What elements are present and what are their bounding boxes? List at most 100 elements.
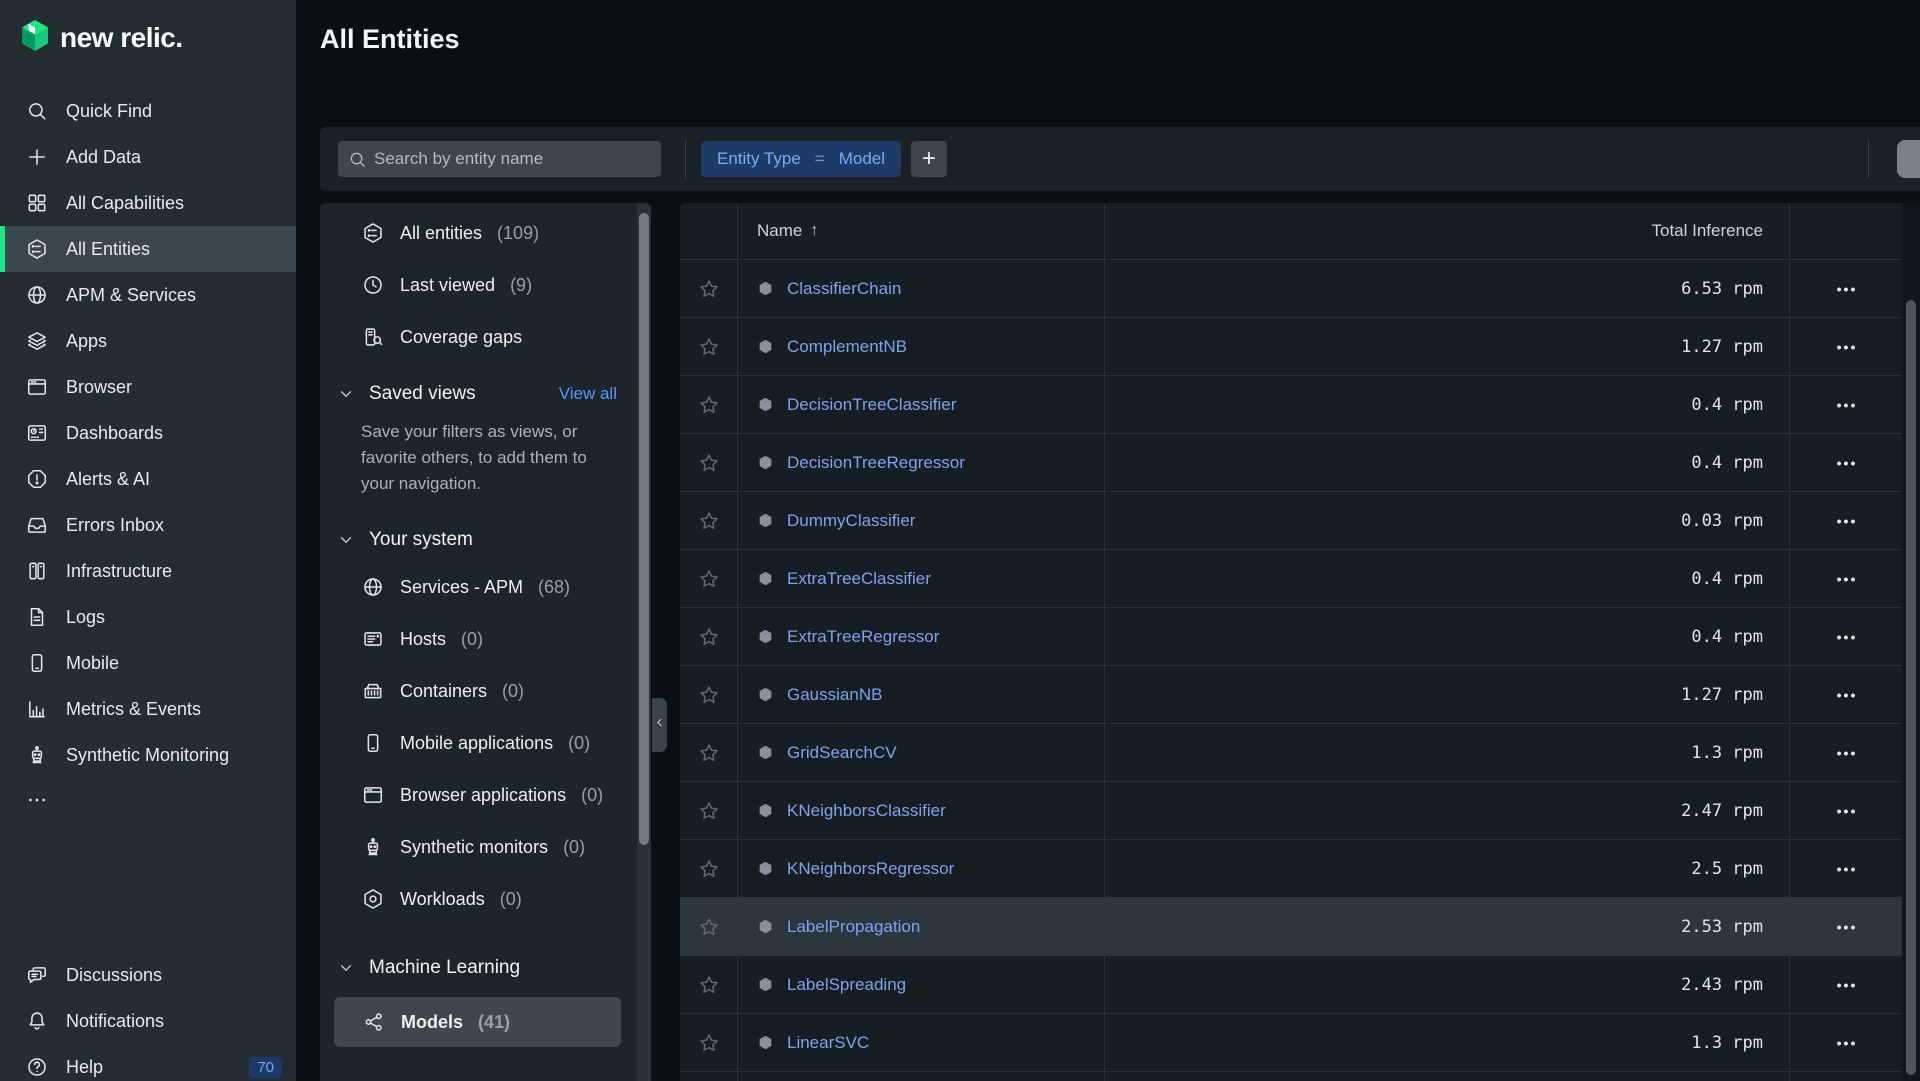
entity-link[interactable]: LabelPropagation bbox=[787, 917, 920, 937]
sidebar-more-button[interactable] bbox=[0, 778, 296, 822]
favorite-star-icon[interactable] bbox=[680, 492, 738, 549]
entity-link[interactable]: LabelSpreading bbox=[787, 975, 906, 995]
favorite-star-icon[interactable] bbox=[680, 782, 738, 839]
new-relic-app: new relic. Quick FindAdd DataAll Capabil… bbox=[0, 0, 1920, 1081]
entity-link[interactable]: GridSearchCV bbox=[787, 743, 897, 763]
sidebar-item-dashboards[interactable]: Dashboards bbox=[0, 410, 296, 456]
filter-item-all-entities[interactable]: All entities(109) bbox=[320, 207, 637, 259]
sidebar-item-help[interactable]: Help70 bbox=[0, 1044, 296, 1081]
favorite-star-icon[interactable] bbox=[680, 1014, 738, 1071]
saved-views-section-header[interactable]: Saved views View all bbox=[320, 373, 637, 415]
robot-icon bbox=[25, 743, 49, 767]
row-actions-button[interactable]: ••• bbox=[1790, 1014, 1920, 1071]
filter-item-count: (9) bbox=[510, 275, 532, 296]
row-actions-button[interactable]: ••• bbox=[1790, 666, 1920, 723]
filter-item-coverage-gaps[interactable]: Coverage gaps bbox=[320, 311, 637, 363]
sidebar-item-mobile[interactable]: Mobile bbox=[0, 640, 296, 686]
favorite-star-icon[interactable] bbox=[680, 724, 738, 781]
favorite-star-icon[interactable] bbox=[680, 318, 738, 375]
row-actions-button[interactable]: ••• bbox=[1790, 956, 1920, 1013]
sidebar-item-metrics-events[interactable]: Metrics & Events bbox=[0, 686, 296, 732]
sidebar-item-logs[interactable]: Logs bbox=[0, 594, 296, 640]
sidebar-item-browser[interactable]: Browser bbox=[0, 364, 296, 410]
row-actions-button[interactable]: ••• bbox=[1790, 260, 1920, 317]
filter-panel-scrollbar-thumb[interactable] bbox=[639, 213, 649, 845]
sidebar-item-apm-services[interactable]: APM & Services bbox=[0, 272, 296, 318]
sidebar-item-quick-find[interactable]: Quick Find bbox=[0, 88, 296, 134]
entity-link[interactable]: KNeighborsClassifier bbox=[787, 801, 946, 821]
toolbar-right-button[interactable] bbox=[1897, 140, 1920, 178]
row-actions-button[interactable]: ••• bbox=[1790, 376, 1920, 433]
entity-link[interactable]: LinearSVC bbox=[787, 1033, 869, 1053]
sidebar-item-add-data[interactable]: Add Data bbox=[0, 134, 296, 180]
row-actions-button[interactable]: ••• bbox=[1790, 318, 1920, 375]
favorite-star-icon[interactable] bbox=[680, 956, 738, 1013]
entity-link[interactable]: GaussianNB bbox=[787, 685, 882, 705]
sidebar-item-alerts-ai[interactable]: Alerts & AI bbox=[0, 456, 296, 502]
row-actions-button[interactable]: ••• bbox=[1790, 782, 1920, 839]
sidebar-item-apps[interactable]: Apps bbox=[0, 318, 296, 364]
entity-name-cell: DecisionTreeRegressor bbox=[738, 434, 1105, 491]
sidebar-item-discussions[interactable]: Discussions bbox=[0, 952, 296, 998]
row-actions-button[interactable]: ••• bbox=[1790, 550, 1920, 607]
sidebar-item-notifications[interactable]: Notifications bbox=[0, 998, 296, 1044]
total-inference-column-header[interactable]: Total Inference bbox=[1105, 203, 1790, 259]
filter-item-workloads[interactable]: Workloads(0) bbox=[320, 873, 637, 925]
filter-item-models[interactable]: Models(41) bbox=[334, 997, 621, 1047]
favorite-star-icon[interactable] bbox=[680, 666, 738, 723]
filter-panel-scrollbar[interactable] bbox=[637, 203, 651, 1081]
panel-collapse-handle[interactable] bbox=[652, 698, 667, 752]
add-filter-button[interactable]: + bbox=[911, 141, 947, 177]
entity-link[interactable]: ExtraTreeClassifier bbox=[787, 569, 931, 589]
favorite-star-icon[interactable] bbox=[680, 550, 738, 607]
filter-item-hosts[interactable]: Hosts(0) bbox=[320, 613, 637, 665]
favorite-star-icon[interactable] bbox=[680, 898, 738, 955]
total-inference-cell: 2.47 rpm bbox=[1105, 782, 1790, 839]
favorite-star-icon[interactable] bbox=[680, 434, 738, 491]
row-actions-button[interactable]: ••• bbox=[1790, 492, 1920, 549]
entity-link[interactable]: ComplementNB bbox=[787, 337, 907, 357]
machine-learning-section-header[interactable]: Machine Learning bbox=[320, 947, 637, 989]
sidebar-item-all-capabilities[interactable]: All Capabilities bbox=[0, 180, 296, 226]
filter-item-services-apm[interactable]: Services - APM(68) bbox=[320, 561, 637, 613]
filter-item-containers[interactable]: Containers(0) bbox=[320, 665, 637, 717]
filter-item-synthetic-monitors[interactable]: Synthetic monitors(0) bbox=[320, 821, 637, 873]
sidebar-item-errors-inbox[interactable]: Errors Inbox bbox=[0, 502, 296, 548]
sidebar-item-all-entities[interactable]: All Entities bbox=[0, 226, 296, 272]
row-actions-button[interactable]: ••• bbox=[1790, 608, 1920, 665]
row-actions-button[interactable]: ••• bbox=[1790, 840, 1920, 897]
globe-icon bbox=[361, 575, 385, 599]
sidebar-item-label: Logs bbox=[66, 607, 105, 628]
saved-views-title: Saved views bbox=[369, 383, 476, 405]
entity-search-input[interactable] bbox=[374, 149, 644, 169]
name-column-header[interactable]: Name ↑ bbox=[738, 203, 1105, 259]
favorite-star-icon[interactable] bbox=[680, 260, 738, 317]
entity-link[interactable]: DecisionTreeClassifier bbox=[787, 395, 956, 415]
sidebar: new relic. Quick FindAdd DataAll Capabil… bbox=[0, 0, 296, 1081]
filter-item-browser-applications[interactable]: Browser applications(0) bbox=[320, 769, 637, 821]
brand-logo[interactable]: new relic. bbox=[0, 0, 296, 76]
entity-link[interactable]: DummyClassifier bbox=[787, 511, 915, 531]
filter-item-count: (68) bbox=[538, 577, 570, 598]
table-scrollbar[interactable] bbox=[1902, 203, 1920, 1081]
table-row: LinearSVC1.3 rpm••• bbox=[680, 1014, 1920, 1072]
your-system-section-header[interactable]: Your system bbox=[320, 519, 637, 561]
row-actions-button[interactable]: ••• bbox=[1790, 724, 1920, 781]
entity-link[interactable]: ClassifierChain bbox=[787, 279, 901, 299]
entity-link[interactable]: KNeighborsRegressor bbox=[787, 859, 954, 879]
sidebar-item-infrastructure[interactable]: Infrastructure bbox=[0, 548, 296, 594]
favorite-star-icon[interactable] bbox=[680, 376, 738, 433]
entity-link[interactable]: ExtraTreeRegressor bbox=[787, 627, 939, 647]
filter-item-mobile-applications[interactable]: Mobile applications(0) bbox=[320, 717, 637, 769]
favorite-star-icon[interactable] bbox=[680, 608, 738, 665]
entity-name-cell: KNeighborsRegressor bbox=[738, 840, 1105, 897]
row-actions-button[interactable]: ••• bbox=[1790, 434, 1920, 491]
favorite-star-icon[interactable] bbox=[680, 840, 738, 897]
entity-link[interactable]: DecisionTreeRegressor bbox=[787, 453, 965, 473]
view-all-link[interactable]: View all bbox=[559, 384, 617, 404]
filter-item-last-viewed[interactable]: Last viewed(9) bbox=[320, 259, 637, 311]
row-actions-button[interactable]: ••• bbox=[1790, 898, 1920, 955]
table-scrollbar-thumb[interactable] bbox=[1906, 300, 1916, 1075]
entity-type-filter-chip[interactable]: Entity Type = Model bbox=[701, 141, 901, 177]
sidebar-item-synthetic-monitoring[interactable]: Synthetic Monitoring bbox=[0, 732, 296, 778]
